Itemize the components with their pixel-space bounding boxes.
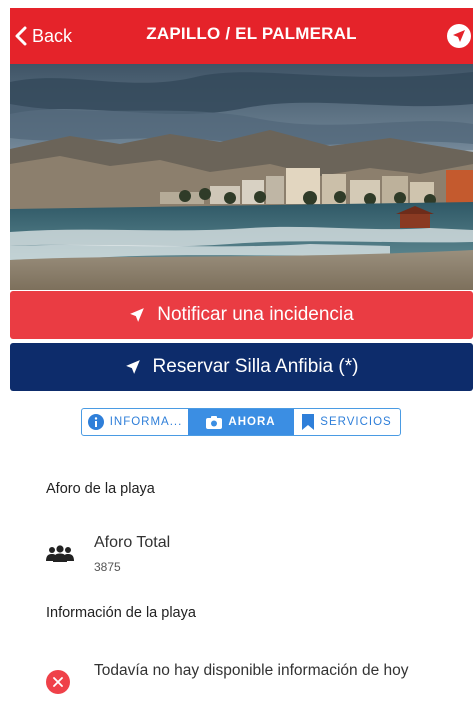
back-button[interactable]: Back	[14, 21, 72, 51]
info-message-item: Todavía no hay disponible información de…	[46, 659, 456, 707]
beach-photo	[10, 64, 473, 290]
aforo-section-title: Aforo de la playa	[46, 481, 155, 497]
reserve-chair-button[interactable]: Reservar Silla Anfibia (*)	[10, 343, 473, 391]
tab-bar: INFORMA... AHORA SERVICIOS	[81, 408, 401, 436]
tab-ahora[interactable]: AHORA	[188, 409, 294, 435]
bookmark-icon	[302, 414, 315, 430]
tab-label: AHORA	[228, 416, 276, 428]
aforo-total-item: Aforo Total 3875	[46, 533, 446, 581]
navigate-button[interactable]	[447, 24, 471, 48]
info-icon	[87, 414, 104, 430]
aforo-total-value: 3875	[94, 560, 121, 574]
navigation-arrow-icon	[125, 360, 140, 374]
tab-servicios[interactable]: SERVICIOS	[294, 409, 400, 435]
camera-icon	[206, 415, 223, 429]
back-label: Back	[32, 25, 73, 46]
navigation-arrow-icon	[130, 308, 145, 322]
navigation-arrow-icon	[453, 30, 465, 42]
info-section-title: Información de la playa	[46, 605, 196, 621]
app-screen: Back ZAPILLO / EL PALMERAL Notificar una…	[10, 8, 473, 709]
people-group-icon	[46, 545, 74, 562]
header-bar: Back ZAPILLO / EL PALMERAL	[10, 8, 473, 64]
page-title: ZAPILLO / EL PALMERAL	[146, 24, 357, 43]
notify-incident-button[interactable]: Notificar una incidencia	[10, 291, 473, 339]
chevron-left-icon	[15, 26, 27, 46]
info-message-text: Todavía no hay disponible información de…	[94, 662, 409, 679]
aforo-total-label: Aforo Total	[94, 534, 171, 551]
tab-label: INFORMA...	[109, 416, 183, 428]
tab-label: SERVICIOS	[320, 416, 392, 428]
notify-incident-label: Notificar una incidencia	[157, 304, 354, 325]
reserve-chair-label: Reservar Silla Anfibia (*)	[152, 356, 359, 377]
tab-informacion[interactable]: INFORMA...	[82, 409, 188, 435]
error-icon	[46, 670, 70, 694]
